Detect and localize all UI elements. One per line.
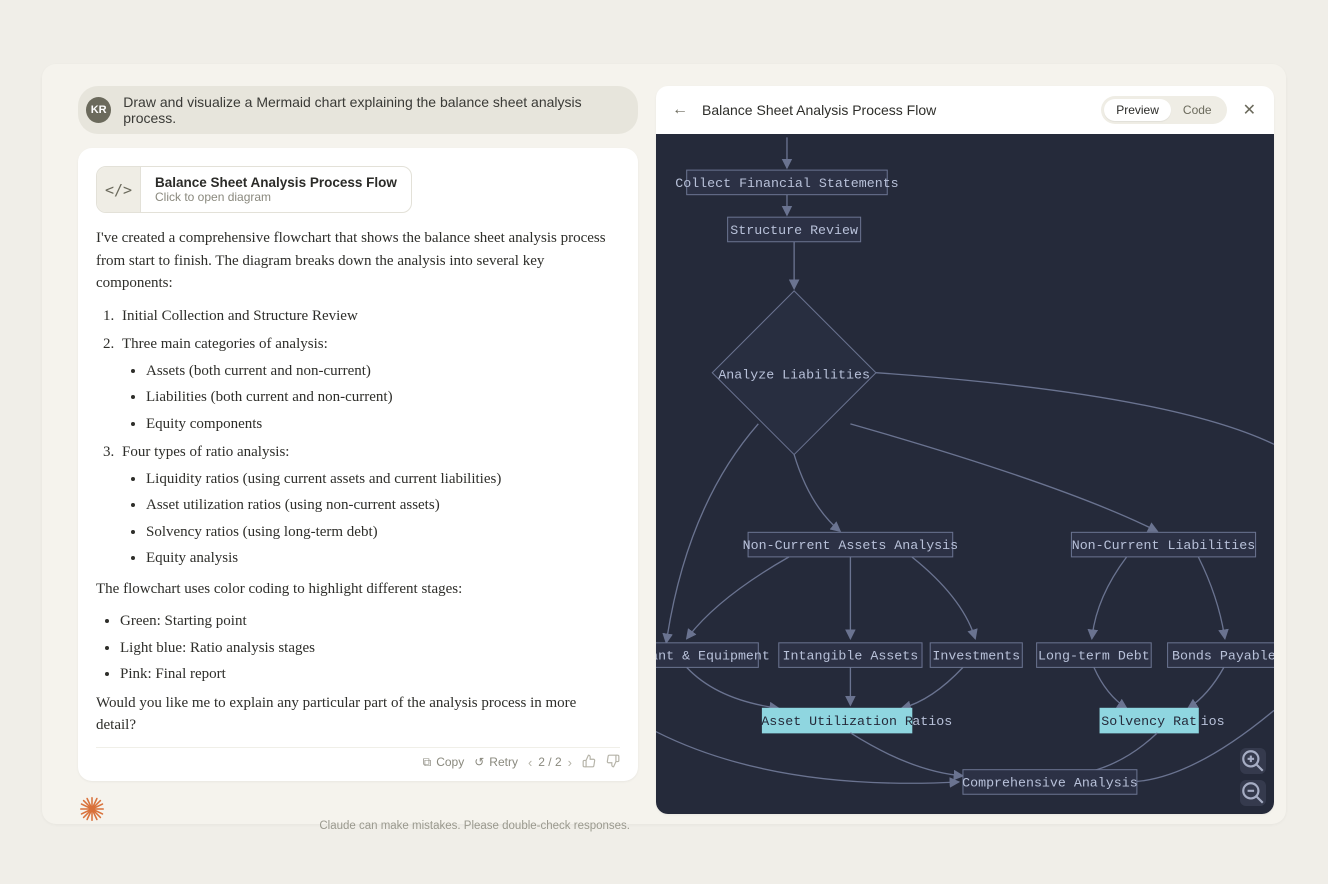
diagram-node: atios xyxy=(912,714,952,729)
zoom-in-button[interactable] xyxy=(1240,748,1266,774)
disclaimer-text: Claude can make mistakes. Please double-… xyxy=(78,820,638,832)
zoom-controls xyxy=(1240,748,1266,806)
diagram-node: Collect Financial Statements xyxy=(675,176,898,191)
list-item: Assets (both current and non-current) xyxy=(146,360,620,383)
diagram-canvas[interactable]: Collect Financial Statements Structure R… xyxy=(656,134,1274,814)
thumbs-down-button[interactable] xyxy=(606,754,620,771)
list-item: Liabilities (both current and non-curren… xyxy=(146,386,620,409)
diagram-node: Intangible Assets xyxy=(783,649,919,664)
diagram-node: Bonds Payable xyxy=(1172,649,1274,664)
artifact-title: Balance Sheet Analysis Process Flow xyxy=(155,175,397,190)
artifact-chip[interactable]: </> Balance Sheet Analysis Process Flow … xyxy=(96,166,412,213)
chevron-left-icon[interactable]: ‹ xyxy=(528,755,532,770)
assistant-message: </> Balance Sheet Analysis Process Flow … xyxy=(78,148,638,781)
artifact-subtitle: Click to open diagram xyxy=(155,190,397,204)
outro-paragraph: Would you like me to explain any particu… xyxy=(96,692,620,737)
assistant-prose: I've created a comprehensive flowchart t… xyxy=(96,227,620,737)
list-item: Light blue: Ratio analysis stages xyxy=(120,637,620,660)
thumbs-up-button[interactable] xyxy=(582,754,596,771)
list-item: Asset utilization ratios (using non-curr… xyxy=(146,494,620,517)
pager: ‹ 2 / 2 › xyxy=(528,755,572,770)
diagram-node: Comprehensive Analysis xyxy=(962,776,1138,791)
diagram-node: Analyze Liabilities xyxy=(718,367,870,382)
list-item: Solvency ratios (using long-term debt) xyxy=(146,521,620,544)
list-item: Equity analysis xyxy=(146,547,620,570)
chevron-right-icon[interactable]: › xyxy=(568,755,572,770)
diagram-node: Solvency Rat xyxy=(1101,714,1197,729)
code-tab[interactable]: Code xyxy=(1171,99,1224,121)
list-item: Three main categories of analysis: Asset… xyxy=(118,333,620,435)
message-actions: ⧉ Copy ↺ Retry ‹ 2 / 2 › xyxy=(96,747,620,777)
diagram-node: Investments xyxy=(932,649,1020,664)
close-icon[interactable]: ✕ xyxy=(1237,100,1262,120)
diagram-node: Asset Utilization R xyxy=(761,714,913,729)
color-intro: The flowchart uses color coding to highl… xyxy=(96,578,620,601)
diagram-node: Non-Current Assets Analysis xyxy=(743,538,958,553)
diagram-node: Structure Review xyxy=(730,223,858,238)
conversation-column: KR Draw and visualize a Mermaid chart ex… xyxy=(78,86,638,814)
pager-count: 2 / 2 xyxy=(538,755,561,769)
zoom-out-button[interactable] xyxy=(1240,780,1266,806)
diagram-node: ios xyxy=(1201,714,1225,729)
list-item: Equity components xyxy=(146,413,620,436)
list-item: Pink: Final report xyxy=(120,663,620,686)
back-arrow-icon[interactable]: ← xyxy=(668,99,692,121)
view-toggle: Preview Code xyxy=(1101,96,1226,124)
user-avatar: KR xyxy=(86,97,111,123)
panel-title: Balance Sheet Analysis Process Flow xyxy=(702,102,1091,118)
list-item: Four types of ratio analysis: Liquidity … xyxy=(118,441,620,570)
user-message: KR Draw and visualize a Mermaid chart ex… xyxy=(78,86,638,134)
artifact-panel: ← Balance Sheet Analysis Process Flow Pr… xyxy=(656,86,1274,814)
copy-button[interactable]: ⧉ Copy xyxy=(423,755,465,770)
copy-icon: ⧉ xyxy=(423,755,432,770)
app-shell: KR Draw and visualize a Mermaid chart ex… xyxy=(42,64,1286,824)
preview-tab[interactable]: Preview xyxy=(1104,99,1171,121)
code-icon: </> xyxy=(97,167,141,212)
diagram-node: Long-term Debt xyxy=(1038,649,1150,664)
list-item: Liquidity ratios (using current assets a… xyxy=(146,468,620,491)
panel-header: ← Balance Sheet Analysis Process Flow Pr… xyxy=(656,86,1274,134)
diagram-node: Non-Current Liabilities xyxy=(1072,538,1256,553)
list-item: Initial Collection and Structure Review xyxy=(118,305,620,328)
retry-icon: ↺ xyxy=(474,755,484,769)
user-prompt-text: Draw and visualize a Mermaid chart expla… xyxy=(123,94,624,126)
retry-button[interactable]: ↺ Retry xyxy=(474,755,518,769)
list-item: Green: Starting point xyxy=(120,610,620,633)
intro-paragraph: I've created a comprehensive flowchart t… xyxy=(96,227,620,295)
diagram-node: Plant & Equipment xyxy=(656,649,770,664)
